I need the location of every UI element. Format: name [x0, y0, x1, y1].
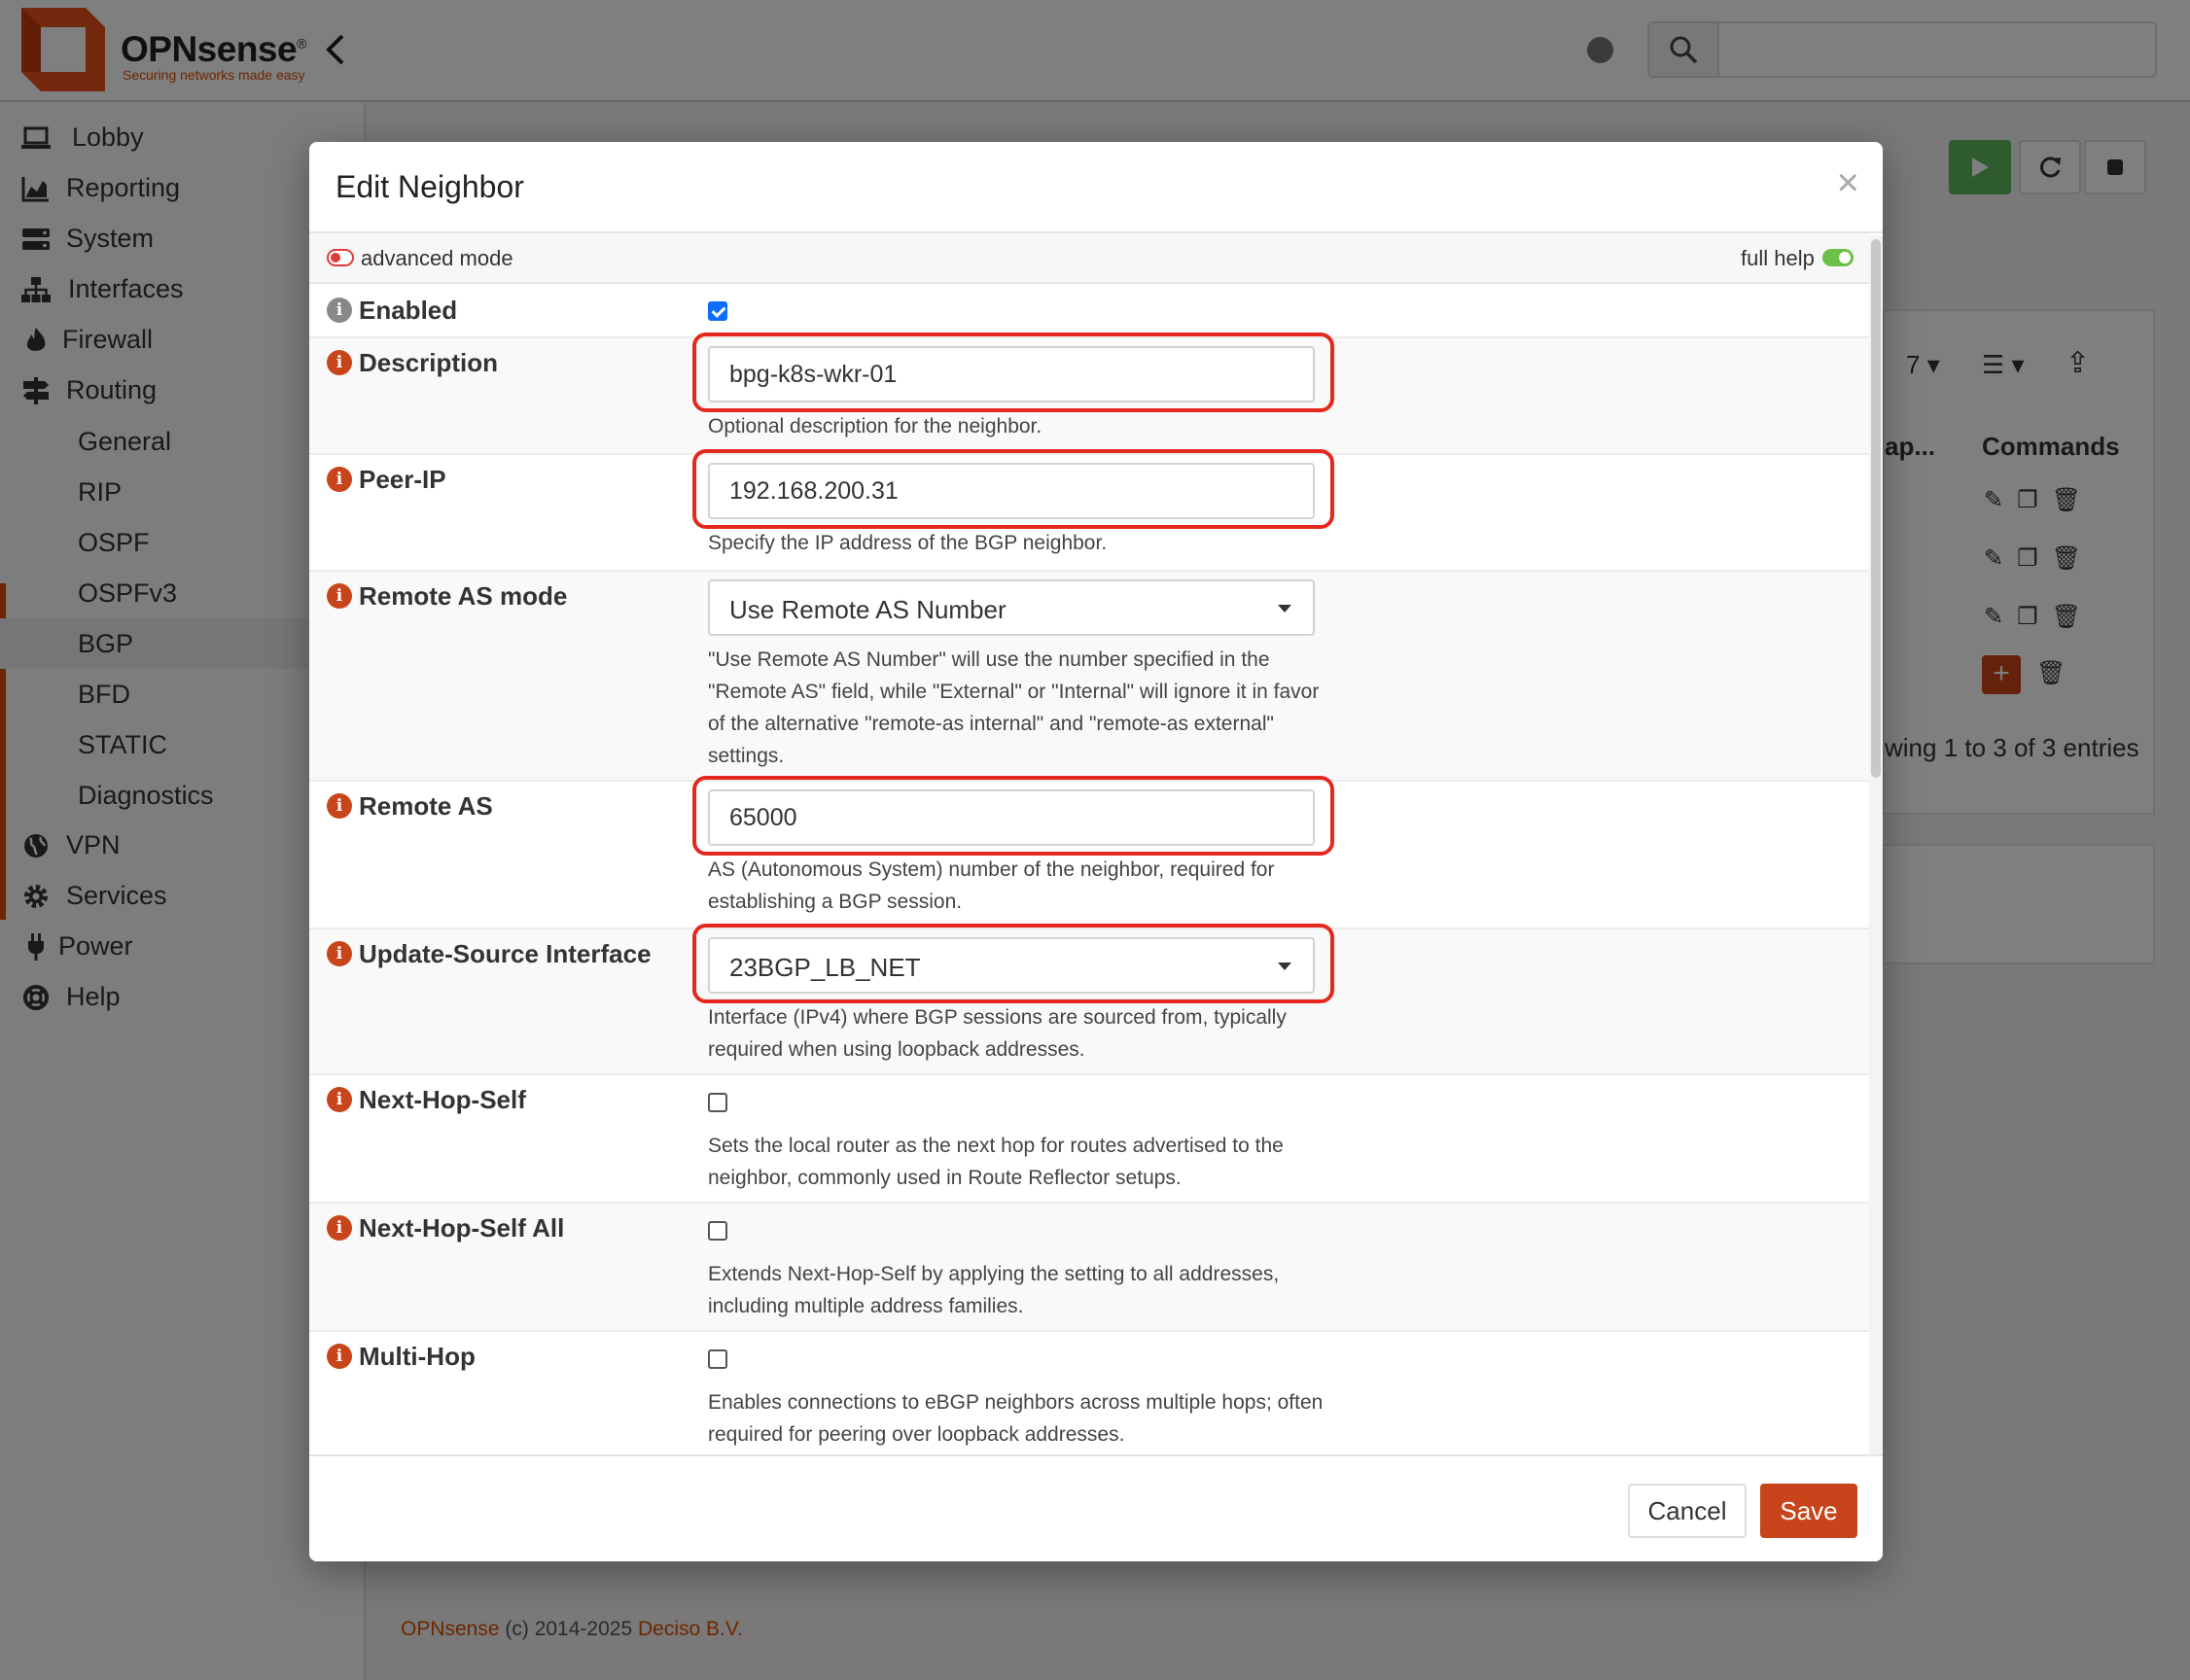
field-help: Optional description for the neighbor. — [708, 415, 1042, 438]
field-row-update-source: i Update-Source Interface 23BGP_LB_NET I… — [309, 929, 1869, 1075]
field-label: Description — [359, 348, 499, 377]
field-row-multi-hop: i Multi-Hop Enables connections to eBGP … — [309, 1332, 1869, 1454]
field-help: Sets the local router as the next hop fo… — [708, 1135, 1284, 1189]
advanced-mode-label: advanced mode — [361, 246, 513, 270]
field-row-remote-as-mode: i Remote AS mode Use Remote AS Number "U… — [309, 572, 1869, 782]
next-hop-self-checkbox[interactable] — [708, 1093, 727, 1112]
field-label: Peer-IP — [359, 465, 446, 494]
field-row-peer-ip: i Peer-IP Specify the IP address of the … — [309, 455, 1869, 572]
edit-neighbor-dialog: Edit Neighbor × advanced mode full help … — [309, 142, 1883, 1561]
close-icon[interactable]: × — [1837, 161, 1859, 204]
description-input[interactable] — [708, 346, 1315, 402]
info-icon[interactable]: i — [327, 793, 352, 819]
field-row-next-hop-self: i Next-Hop-Self Sets the local router as… — [309, 1075, 1869, 1204]
remote-as-mode-select[interactable]: Use Remote AS Number — [708, 579, 1315, 636]
modal-body: advanced mode full help i Enabled i Desc… — [309, 233, 1869, 1454]
info-icon[interactable]: i — [327, 467, 352, 492]
mode-row: advanced mode full help — [309, 233, 1869, 284]
info-icon[interactable]: i — [327, 583, 352, 609]
modal-footer: Cancel Save — [309, 1454, 1883, 1561]
info-icon[interactable]: i — [327, 941, 352, 966]
info-icon[interactable]: i — [327, 1344, 352, 1369]
field-label: Remote AS — [359, 791, 493, 821]
info-icon[interactable]: i — [327, 298, 352, 323]
field-label: Remote AS mode — [359, 581, 568, 611]
select-value: 23BGP_LB_NET — [729, 953, 921, 982]
field-row-next-hop-self-all: i Next-Hop-Self All Extends Next-Hop-Sel… — [309, 1204, 1869, 1332]
field-help: AS (Autonomous System) number of the nei… — [708, 858, 1275, 913]
field-label: Next-Hop-Self All — [359, 1213, 565, 1242]
next-hop-self-all-checkbox[interactable] — [708, 1221, 727, 1241]
cancel-button[interactable]: Cancel — [1628, 1484, 1747, 1538]
field-row-enabled: i Enabled — [309, 284, 1869, 338]
field-label: Next-Hop-Self — [359, 1085, 526, 1114]
enabled-checkbox[interactable] — [708, 301, 727, 321]
info-icon[interactable]: i — [327, 1087, 352, 1112]
field-label: Multi-Hop — [359, 1342, 476, 1371]
save-button[interactable]: Save — [1760, 1484, 1857, 1538]
remote-as-input[interactable] — [708, 789, 1315, 846]
caret-down-icon — [1278, 605, 1291, 612]
field-help: "Use Remote AS Number" will use the numb… — [708, 648, 1320, 767]
field-row-description: i Description Optional description for t… — [309, 338, 1869, 455]
field-row-remote-as: i Remote AS AS (Autonomous System) numbe… — [309, 782, 1869, 929]
update-source-select[interactable]: 23BGP_LB_NET — [708, 937, 1315, 994]
info-icon[interactable]: i — [327, 1215, 352, 1241]
modal-header: Edit Neighbor × — [309, 142, 1883, 233]
advanced-mode-toggle[interactable] — [327, 249, 354, 266]
multi-hop-checkbox[interactable] — [708, 1349, 727, 1369]
field-label: Update-Source Interface — [359, 939, 652, 968]
peer-ip-input[interactable] — [708, 463, 1315, 519]
field-help: Interface (IPv4) where BGP sessions are … — [708, 1006, 1287, 1061]
field-help: Extends Next-Hop-Self by applying the se… — [708, 1263, 1280, 1317]
scrollbar-thumb[interactable] — [1871, 239, 1881, 778]
full-help-label: full help — [1741, 246, 1815, 270]
field-help: Enables connections to eBGP neighbors ac… — [708, 1391, 1324, 1446]
info-icon[interactable]: i — [327, 350, 352, 375]
full-help-toggle[interactable] — [1822, 249, 1854, 266]
field-label: Enabled — [359, 296, 458, 325]
field-help: Specify the IP address of the BGP neighb… — [708, 532, 1108, 554]
select-value: Use Remote AS Number — [729, 595, 1007, 624]
caret-down-icon — [1278, 962, 1291, 970]
modal-scrollbar[interactable] — [1869, 235, 1883, 1454]
modal-title: Edit Neighbor — [336, 169, 524, 204]
